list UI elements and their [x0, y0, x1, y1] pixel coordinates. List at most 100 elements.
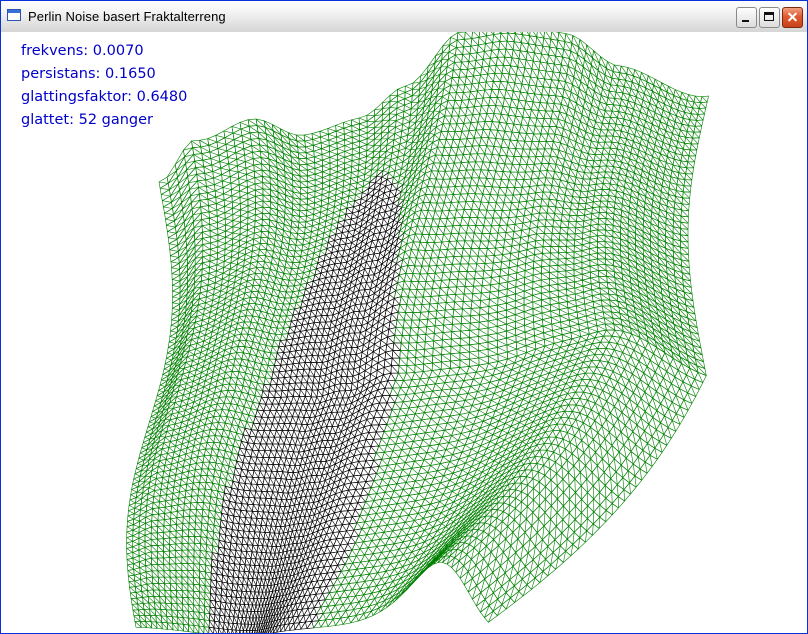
mesh-cell	[535, 232, 545, 242]
mesh-cell	[690, 378, 704, 390]
mesh-cell	[625, 398, 638, 413]
mesh-cell	[542, 392, 556, 403]
mesh-cell	[252, 443, 261, 451]
mesh-cell	[416, 333, 427, 343]
mesh-cell	[246, 232, 255, 243]
mesh-cell	[637, 324, 648, 337]
mesh-cell	[161, 195, 172, 208]
mesh-cell	[530, 401, 544, 413]
mesh-cell	[422, 362, 433, 372]
mesh-cell	[601, 183, 611, 191]
mesh-cell	[235, 543, 243, 552]
mesh-cell	[395, 319, 405, 329]
mesh-cell	[167, 226, 177, 239]
application-window-icon[interactable]	[7, 9, 21, 21]
mesh-cell	[605, 377, 619, 389]
mesh-cell	[497, 295, 508, 306]
mesh-cell	[229, 542, 237, 551]
mesh-cell	[221, 176, 232, 188]
mesh-cell	[388, 113, 397, 127]
mesh-cell	[258, 249, 267, 257]
mesh-cell	[693, 125, 703, 133]
mesh-cell	[295, 134, 306, 142]
mesh-cell	[366, 133, 375, 146]
mesh-cell	[374, 113, 383, 129]
mesh-cell	[259, 243, 268, 251]
mesh-cell	[407, 342, 418, 351]
mesh-cell	[700, 95, 709, 103]
mesh-cell	[687, 385, 700, 397]
mesh-cell	[163, 537, 171, 546]
mesh-cell	[496, 316, 507, 327]
mesh-cell	[622, 470, 636, 484]
mesh-cell	[644, 322, 655, 336]
mesh-cell	[440, 178, 451, 188]
mesh-cell	[500, 435, 514, 448]
mesh-cell	[252, 416, 263, 425]
mesh-cell	[440, 154, 450, 164]
mesh-cell	[413, 180, 424, 195]
mesh-cell	[650, 240, 659, 252]
mesh-cell	[221, 169, 231, 182]
mesh-cell	[435, 146, 445, 156]
mesh-cell	[275, 155, 285, 166]
mesh-cell	[610, 471, 624, 486]
mesh-cell	[512, 375, 526, 388]
mesh-cell	[642, 248, 652, 260]
maximize-button[interactable]	[759, 7, 780, 28]
mesh-cell	[565, 358, 579, 368]
mesh-cell	[299, 181, 309, 189]
mesh-cell	[628, 264, 638, 276]
mesh-cell	[175, 543, 183, 551]
mesh-cell	[648, 416, 661, 431]
mesh-cell	[521, 34, 530, 45]
mesh-cell	[640, 411, 654, 425]
mesh-cell	[470, 300, 481, 309]
mesh-cell	[590, 402, 604, 415]
mesh-cell	[576, 208, 586, 217]
mesh-cell	[604, 361, 617, 372]
mesh-cell	[524, 462, 538, 471]
mesh-cell	[415, 133, 425, 150]
render-viewport[interactable]: frekvens: 0.0070 persistans: 0.1650 glat…	[1, 32, 807, 633]
mesh-cell	[170, 256, 180, 269]
mesh-cell	[599, 438, 613, 453]
mesh-cell	[528, 417, 542, 429]
mesh-cell	[261, 218, 271, 227]
mesh-cell	[506, 388, 520, 401]
mesh-cell	[685, 167, 694, 175]
mesh-cell	[560, 214, 570, 222]
mesh-cell	[300, 187, 309, 194]
mesh-cell	[585, 44, 594, 59]
mesh-cell	[182, 509, 191, 518]
mesh-cell	[389, 101, 398, 115]
mesh-cell	[567, 221, 577, 229]
mesh-cell	[447, 487, 462, 500]
mesh-cell	[557, 264, 567, 272]
mesh-cell	[432, 210, 443, 220]
title-bar[interactable]: Perlin Noise basert Fraktalterreng	[1, 1, 807, 33]
mesh-cell	[658, 434, 672, 446]
mesh-cell	[436, 302, 447, 312]
mesh-cell	[196, 502, 204, 510]
mesh-cell	[245, 238, 255, 249]
mesh-cell	[568, 311, 579, 321]
close-button[interactable]	[782, 7, 803, 28]
mesh-cell	[197, 488, 206, 497]
mesh-cell	[486, 420, 500, 433]
mesh-cell	[171, 274, 181, 286]
mesh-cell	[550, 32, 560, 41]
mesh-cell	[552, 219, 562, 228]
mesh-cell	[487, 240, 498, 249]
mesh-cell	[468, 121, 479, 132]
mesh-cell	[248, 125, 259, 134]
mesh-cell	[568, 478, 582, 493]
mesh-cell	[642, 442, 656, 456]
mesh-cell	[443, 316, 454, 326]
mesh-cell	[671, 413, 685, 425]
mesh-cell	[569, 492, 583, 507]
minimize-button[interactable]	[736, 7, 757, 28]
mesh-cell	[488, 446, 502, 459]
mesh-cell	[544, 226, 554, 234]
mesh-cell	[436, 194, 447, 204]
